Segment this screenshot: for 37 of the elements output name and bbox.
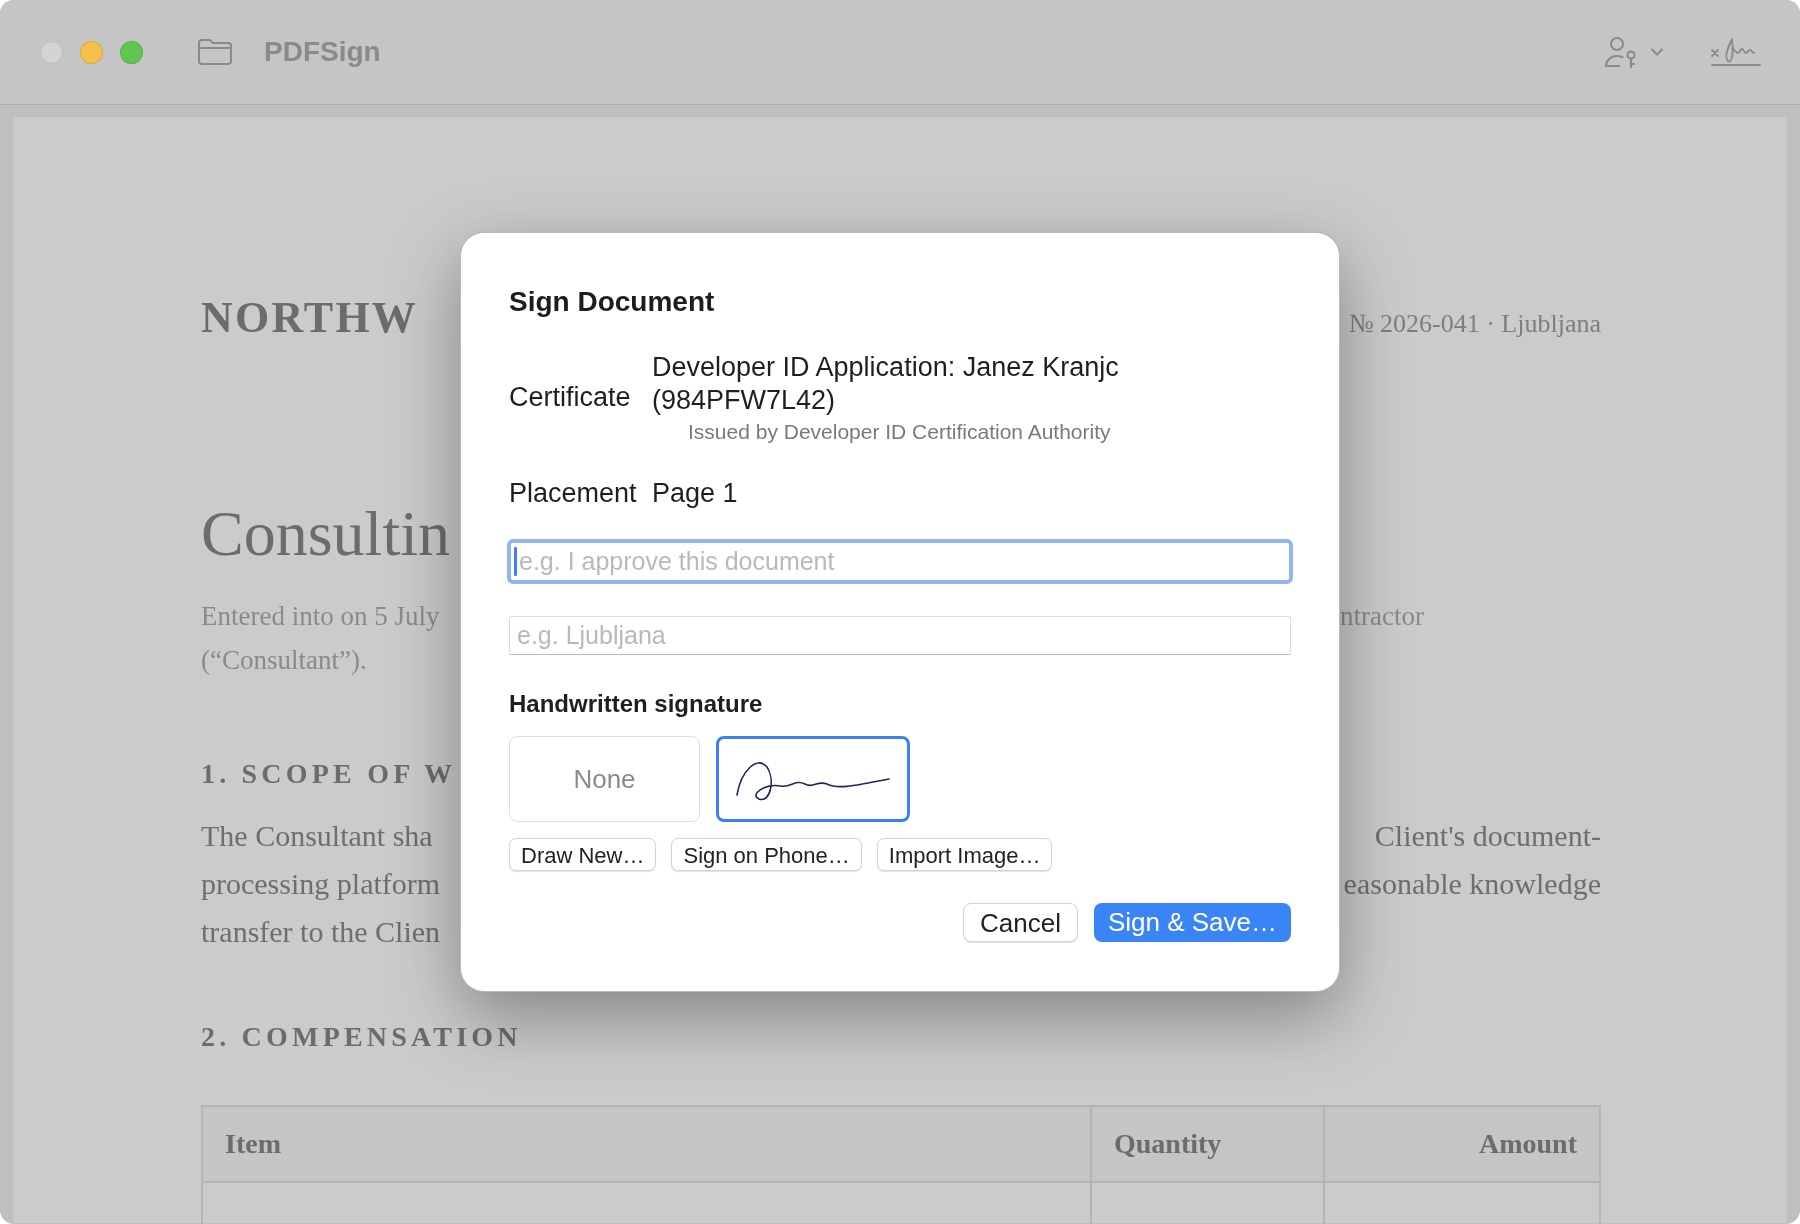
certificate-name: Developer ID Application: Janez Kranjc (984PFW7L42) <box>652 351 1120 417</box>
certificate-issuer: Issued by Developer ID Certification Authority <box>687 420 1112 444</box>
window-title: PDFSign <box>264 35 381 69</box>
document-text: (“Consultant”). <box>201 644 368 677</box>
action-button[interactable]: Draw New… <box>509 838 657 871</box>
action-button[interactable]: Import Image… <box>876 838 1053 871</box>
text-field[interactable]: e.g. I approve this document <box>507 539 1293 584</box>
document-text: Client's document- <box>1373 818 1601 854</box>
folder-icon[interactable] <box>197 38 233 66</box>
document-title: Consultin <box>201 497 451 571</box>
column-header: Amount <box>1323 1105 1601 1183</box>
text-field[interactable]: e.g. Ljubljana <box>509 616 1291 655</box>
signature-option[interactable] <box>716 736 910 822</box>
signature-heading: Handwritten signature <box>509 689 764 719</box>
document-text: transfer to the Clien <box>201 914 442 950</box>
dialog-title: Sign Document <box>509 285 716 319</box>
column-header: Quantity <box>1090 1105 1323 1183</box>
company-name: NORTHW <box>201 293 419 343</box>
signature-icon[interactable] <box>1710 35 1762 69</box>
document-reference: № 2026-041 · Ljubljana <box>1347 308 1601 340</box>
document-text: Entered into on 5 July <box>201 600 441 633</box>
minimize-button[interactable] <box>80 40 103 64</box>
document-text: The Consultant sha <box>201 818 434 854</box>
section-heading: 2. COMPENSATION <box>201 1020 522 1054</box>
document-text: easonable knowledge <box>1342 866 1601 902</box>
placement-value: Page 1 <box>652 477 738 510</box>
placement-label: Placement <box>509 477 638 510</box>
column-header: Item <box>201 1105 1090 1183</box>
document-text: processing platform <box>201 866 442 902</box>
certificate-label: Certificate <box>509 381 632 415</box>
action-button[interactable]: Sign on Phone… <box>671 838 862 871</box>
document-text: ntractor <box>1340 600 1425 633</box>
section-heading: 1. SCOPE OF W <box>201 757 457 791</box>
cancel-button[interactable]: Cancel <box>962 903 1078 942</box>
zoom-button[interactable] <box>120 40 143 64</box>
sign-save-button[interactable]: Sign & Save… <box>1093 903 1291 942</box>
text-cursor-icon <box>514 547 517 576</box>
